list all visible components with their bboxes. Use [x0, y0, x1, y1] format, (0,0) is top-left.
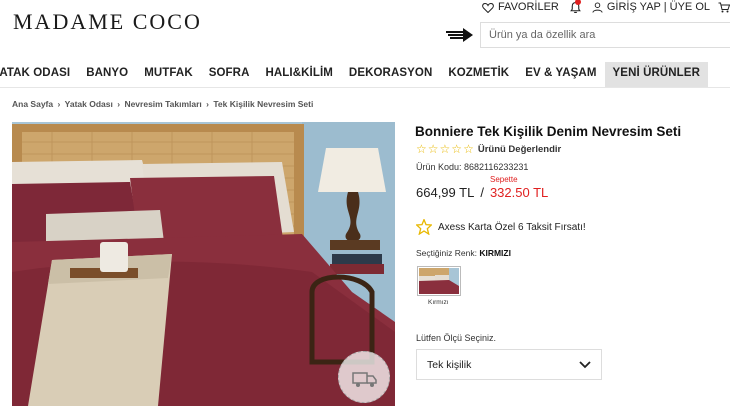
login-link[interactable]: GİRİŞ YAP | ÜYE OL: [592, 1, 710, 13]
breadcrumb-separator: ›: [114, 99, 123, 109]
color-prefix: Seçtiğiniz Renk:: [416, 248, 480, 258]
product-image[interactable]: [12, 122, 395, 406]
product-title: Bonniere Tek Kişilik Denim Nevresim Seti: [415, 124, 682, 139]
heart-icon: [482, 2, 494, 13]
nav-item-dekorasyon[interactable]: DEKORASYON: [341, 62, 440, 87]
breadcrumb: Ana Sayfa › Yatak Odası › Nevresim Takım…: [12, 99, 313, 109]
swatch-caption: Kırmızı: [428, 299, 449, 306]
chevron-down-icon: [579, 360, 591, 368]
breadcrumb-item: Tek Kişilik Nevresim Seti: [213, 99, 314, 109]
breadcrumb-item[interactable]: Yatak Odası: [65, 99, 113, 109]
size-selected-value: Tek kişilik: [427, 358, 472, 371]
nav-item-kozmetik[interactable]: KOZMETİK: [440, 62, 517, 87]
main-nav: YATAK ODASI BANYO MUTFAK SOFRA HALI&KİLİ…: [0, 62, 730, 88]
cart-icon: [718, 2, 730, 12]
star-badge-icon: [416, 219, 432, 235]
login-label: GİRİŞ YAP | ÜYE OL: [606, 1, 710, 13]
notifications-button[interactable]: [569, 0, 582, 14]
favorites-label: FAVORİLER: [497, 1, 559, 13]
nav-item-mutfak[interactable]: MUTFAK: [136, 62, 201, 87]
size-select[interactable]: Tek kişilik: [416, 349, 602, 380]
swatch-thumbnail: [419, 268, 459, 294]
size-label: Lütfen Ölçü Seçiniz.: [416, 333, 497, 343]
free-shipping-badge: [338, 351, 390, 403]
color-swatch-kirmizi[interactable]: [417, 266, 461, 296]
price-separator: /: [480, 185, 484, 200]
rating[interactable]: ☆ ☆ ☆ ☆ ☆ Ürünü Değerlendir: [416, 143, 561, 155]
nav-item-ev-yasam[interactable]: EV & YAŞAM: [517, 62, 604, 87]
product-code: Ürün Kodu: 8682116233231: [416, 162, 529, 172]
basket-price: 332.50 TL: [489, 185, 549, 200]
star-icon[interactable]: ☆: [463, 143, 474, 155]
product-photo: [12, 122, 395, 406]
star-icon[interactable]: ☆: [416, 143, 427, 155]
user-icon: [592, 1, 603, 13]
star-icon[interactable]: ☆: [428, 143, 439, 155]
list-price: 664,99 TL: [416, 185, 475, 200]
basket-price-label: Sepette: [490, 175, 518, 184]
arrow-right-icon: [446, 28, 473, 42]
breadcrumb-item[interactable]: Nevresim Takımları: [124, 99, 201, 109]
top-links: FAVORİLER GİRİŞ YAP | ÜYE OL: [472, 0, 730, 14]
installment-text: Axess Karta Özel 6 Taksit Fırsatı!: [438, 221, 586, 233]
star-icon[interactable]: ☆: [451, 143, 462, 155]
favorites-link[interactable]: FAVORİLER: [482, 1, 559, 13]
search-input[interactable]: Ürün ya da özellik ara: [480, 22, 730, 48]
nav-item-banyo[interactable]: BANYO: [78, 62, 136, 87]
rate-product-link[interactable]: Ürünü Değerlendir: [478, 144, 561, 155]
nav-item-sofra[interactable]: SOFRA: [201, 62, 258, 87]
cart-button[interactable]: [718, 2, 730, 13]
nav-item-hali-kilim[interactable]: HALI&KİLİM: [257, 62, 340, 87]
notification-dot: [574, 0, 581, 5]
nav-item-yeni-urunler[interactable]: YENİ ÜRÜNLER: [604, 62, 708, 87]
star-icon[interactable]: ☆: [440, 143, 451, 155]
selected-color-label: Seçtiğiniz Renk: KIRMIZI: [416, 248, 511, 258]
installment-offer: Axess Karta Özel 6 Taksit Fırsatı!: [416, 219, 586, 235]
logo[interactable]: MADAME COCO: [13, 9, 202, 35]
price-row: 664,99 TL / 332.50 TL: [416, 185, 548, 200]
breadcrumb-separator: ›: [55, 99, 63, 109]
color-value: KIRMIZI: [479, 248, 511, 258]
breadcrumb-item[interactable]: Ana Sayfa: [12, 99, 53, 109]
truck-icon: [352, 372, 377, 387]
breadcrumb-separator: ›: [203, 99, 212, 109]
nav-item-yatak-odasi[interactable]: YATAK ODASI: [0, 62, 78, 87]
